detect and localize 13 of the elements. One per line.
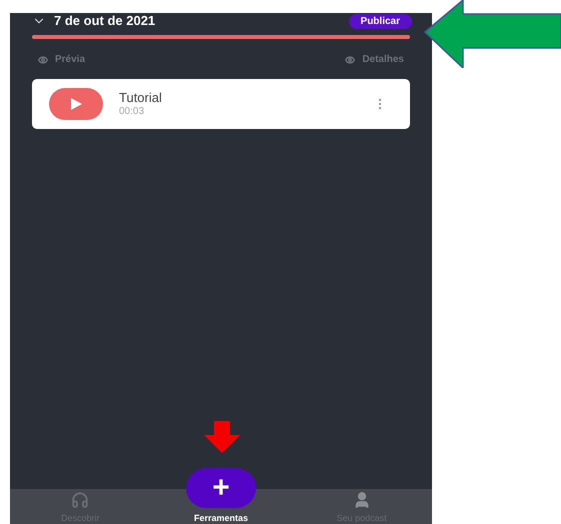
eye-icon bbox=[345, 54, 356, 64]
episode-card[interactable]: Tutorial 00:03 bbox=[32, 79, 410, 129]
nav-tab[interactable]: Ferramentas bbox=[194, 514, 248, 523]
add-button[interactable]: + bbox=[186, 468, 256, 508]
pointer-arrow bbox=[204, 421, 240, 453]
eye-icon bbox=[38, 54, 48, 64]
episode-title: Tutorial bbox=[119, 90, 162, 106]
publish-button[interactable]: Publicar bbox=[348, 14, 412, 28]
headphones-icon bbox=[71, 491, 90, 509]
user-icon bbox=[352, 491, 371, 509]
play-icon[interactable] bbox=[49, 88, 103, 120]
episode-date: 7 de out de 2021 bbox=[54, 12, 156, 30]
episode-duration: 00:03 bbox=[119, 106, 146, 118]
